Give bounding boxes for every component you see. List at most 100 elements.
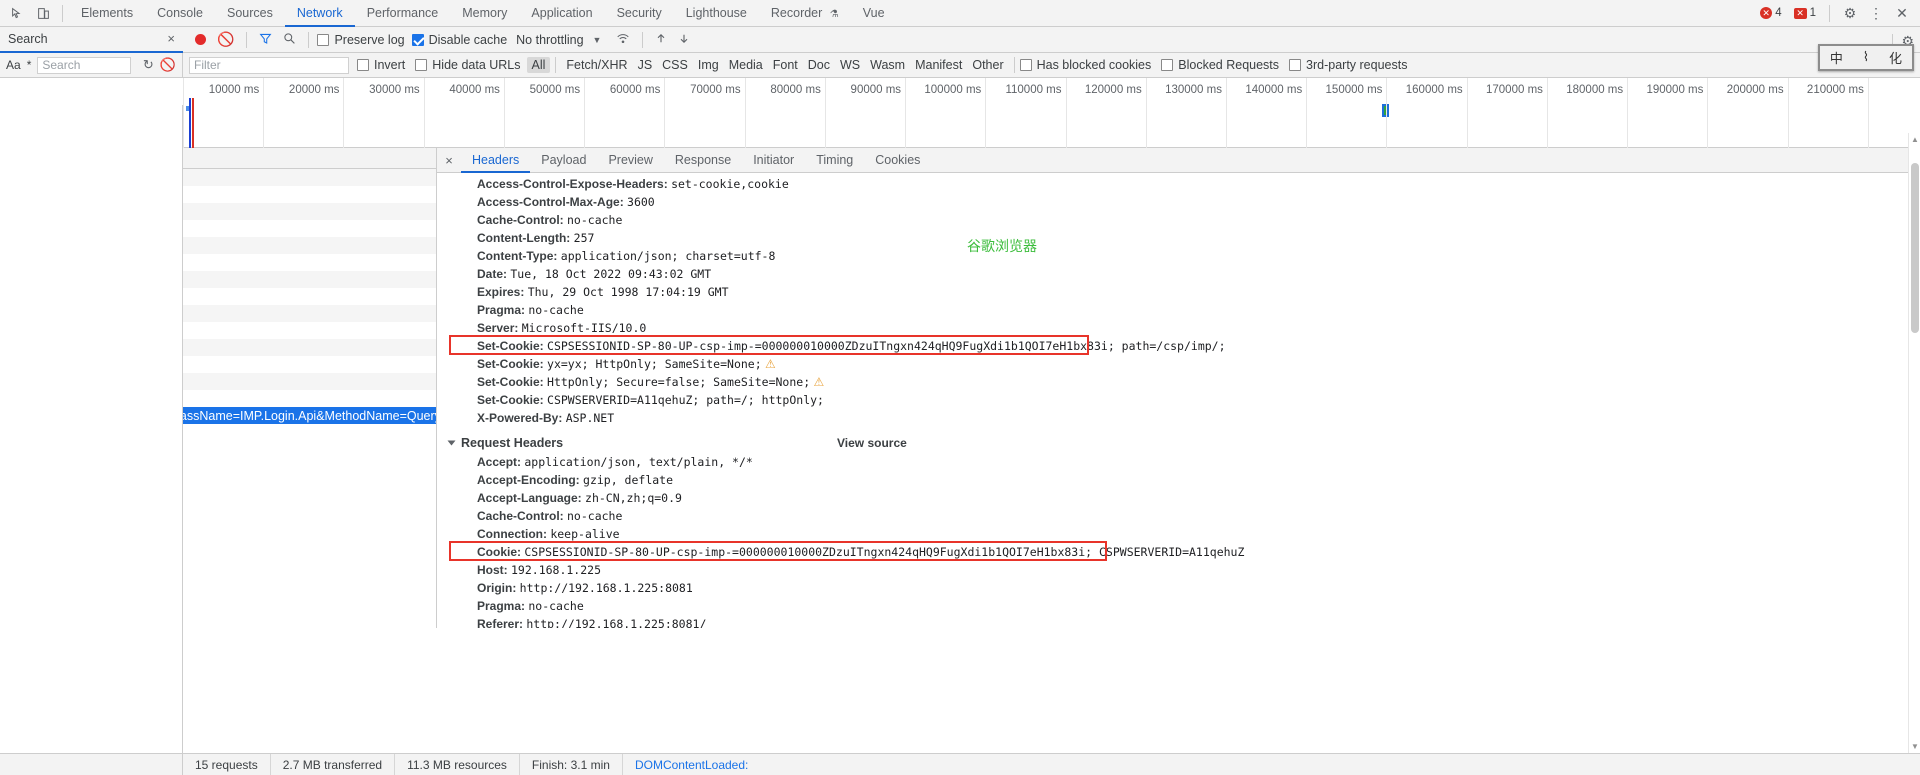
inspect-element-icon[interactable] bbox=[4, 0, 30, 26]
network-overview[interactable]: 10000 ms20000 ms30000 ms40000 ms50000 ms… bbox=[0, 78, 1920, 148]
details-tab-response[interactable]: Response bbox=[664, 148, 742, 173]
gear-icon[interactable]: ⚙ bbox=[1838, 1, 1862, 25]
clear-icon[interactable]: 🚫 bbox=[160, 57, 176, 73]
tab-application[interactable]: Application bbox=[519, 0, 604, 27]
tab-recorder[interactable]: Recorder ⚗ bbox=[759, 0, 851, 27]
blocked-requests-checkbox[interactable]: Blocked Requests bbox=[1161, 58, 1279, 72]
scroll-down-arrow[interactable]: ▼ bbox=[1911, 742, 1919, 751]
tab-sources[interactable]: Sources bbox=[215, 0, 285, 27]
filter-icon[interactable] bbox=[259, 32, 272, 48]
scrollbar-thumb[interactable] bbox=[1911, 163, 1919, 333]
details-tab-initiator[interactable]: Initiator bbox=[742, 148, 805, 173]
view-source-link[interactable]: View source bbox=[837, 434, 907, 452]
close-icon[interactable]: ✕ bbox=[1890, 1, 1914, 25]
search-drawer-close-icon[interactable]: × bbox=[167, 31, 183, 46]
filter-input[interactable]: Filter bbox=[189, 57, 349, 74]
details-tab-payload[interactable]: Payload bbox=[530, 148, 597, 173]
has-blocked-cookies-box[interactable] bbox=[1020, 59, 1032, 71]
filter-type-ws[interactable]: WS bbox=[835, 57, 865, 73]
tab-memory[interactable]: Memory bbox=[450, 0, 519, 27]
has-blocked-cookies-label: Has blocked cookies bbox=[1037, 58, 1152, 72]
tab-security[interactable]: Security bbox=[605, 0, 674, 27]
search-input[interactable]: Search bbox=[37, 57, 131, 74]
preserve-log-box[interactable] bbox=[317, 34, 329, 46]
headers-content[interactable]: Access-Control-Expose-Headers: set-cooki… bbox=[437, 173, 1920, 628]
header-line: Set-Cookie: CSPWSERVERID=A11qehuZ; path=… bbox=[437, 391, 1920, 409]
header-line: Accept-Language: zh-CN,zh;q=0.9 bbox=[437, 489, 1920, 507]
disable-cache-box[interactable] bbox=[412, 34, 424, 46]
match-case-icon[interactable]: Aa bbox=[6, 58, 21, 72]
blocked-requests-box[interactable] bbox=[1161, 59, 1173, 71]
details-close-icon[interactable]: × bbox=[437, 153, 461, 168]
record-button-icon[interactable] bbox=[195, 34, 206, 45]
import-har-icon[interactable] bbox=[655, 32, 667, 48]
header-line: Access-Control-Expose-Headers: set-cooki… bbox=[437, 175, 1920, 193]
overview-timeline[interactable]: 10000 ms20000 ms30000 ms40000 ms50000 ms… bbox=[183, 78, 1920, 148]
tab-lighthouse[interactable]: Lighthouse bbox=[674, 0, 759, 27]
third-party-box[interactable] bbox=[1289, 59, 1301, 71]
tab-performance[interactable]: Performance bbox=[355, 0, 451, 27]
header-line: Pragma: no-cache bbox=[437, 597, 1920, 615]
network-status-bar: 15 requests 2.7 MB transferred 11.3 MB r… bbox=[0, 753, 1920, 775]
tab-console[interactable]: Console bbox=[145, 0, 215, 27]
export-har-icon[interactable] bbox=[678, 32, 690, 48]
details-tab-cookies[interactable]: Cookies bbox=[864, 148, 931, 173]
filter-type-js[interactable]: JS bbox=[633, 57, 658, 73]
header-value: no-cache bbox=[528, 599, 583, 613]
tab-network[interactable]: Network bbox=[285, 0, 355, 27]
error-badge[interactable]: ✕ 4 bbox=[1755, 6, 1786, 20]
throttling-select[interactable]: No throttling bbox=[516, 33, 583, 47]
refresh-icon[interactable]: ↻ bbox=[143, 57, 154, 73]
header-line: Cache-Control: no-cache bbox=[437, 211, 1920, 229]
overview-tick-label: 160000 ms bbox=[1406, 84, 1463, 96]
filter-type-css[interactable]: CSS bbox=[657, 57, 693, 73]
header-value: http://192.168.1.225:8081 bbox=[520, 581, 693, 595]
tab-vue[interactable]: Vue bbox=[851, 0, 897, 27]
filter-type-manifest[interactable]: Manifest bbox=[910, 57, 967, 73]
overview-tick-label: 210000 ms bbox=[1807, 84, 1864, 96]
details-tab-timing[interactable]: Timing bbox=[805, 148, 864, 173]
filter-type-img[interactable]: Img bbox=[693, 57, 724, 73]
details-scrollbar[interactable]: ▲ ▼ bbox=[1908, 133, 1920, 753]
filter-type-font[interactable]: Font bbox=[768, 57, 803, 73]
header-value: no-cache bbox=[567, 213, 622, 227]
header-value: application/json; charset=utf-8 bbox=[561, 249, 776, 263]
chevron-down-icon[interactable]: ▼ bbox=[593, 35, 602, 45]
invert-checkbox[interactable]: Invert bbox=[357, 58, 405, 72]
chevron-down-icon[interactable] bbox=[448, 441, 456, 446]
ime-handwriting-icon[interactable]: ⌇ bbox=[1863, 50, 1869, 65]
disable-cache-checkbox[interactable]: Disable cache bbox=[412, 33, 508, 47]
tab-elements[interactable]: Elements bbox=[69, 0, 145, 27]
filter-type-doc[interactable]: Doc bbox=[803, 57, 835, 73]
ime-tools-icon[interactable]: 化 bbox=[1889, 48, 1902, 67]
filter-type-wasm[interactable]: Wasm bbox=[865, 57, 910, 73]
hide-data-urls-box[interactable] bbox=[415, 59, 427, 71]
filter-type-other[interactable]: Other bbox=[967, 57, 1008, 73]
search-icon[interactable] bbox=[283, 32, 296, 48]
device-toolbar-icon[interactable] bbox=[30, 0, 56, 26]
request-headers-section-title[interactable]: Request HeadersView source bbox=[437, 434, 1920, 452]
network-conditions-icon[interactable] bbox=[616, 32, 630, 48]
header-value: 192.168.1.225 bbox=[511, 563, 601, 577]
clear-requests-icon[interactable]: 🚫 bbox=[217, 31, 234, 48]
details-tab-headers[interactable]: Headers bbox=[461, 148, 530, 173]
filter-type-fetch-xhr[interactable]: Fetch/XHR bbox=[561, 57, 632, 73]
search-drawer-tab[interactable]: Search × bbox=[0, 27, 183, 53]
warning-badge[interactable]: ✕ 1 bbox=[1789, 6, 1821, 20]
hide-data-urls-checkbox[interactable]: Hide data URLs bbox=[415, 58, 520, 72]
filter-type-media[interactable]: Media bbox=[724, 57, 768, 73]
preserve-log-checkbox[interactable]: Preserve log bbox=[317, 33, 404, 47]
filter-type-all[interactable]: All bbox=[527, 57, 551, 73]
status-finish: Finish: 3.1 min bbox=[520, 754, 623, 775]
ime-toolbar[interactable]: 中 ⌇ 化 bbox=[1818, 44, 1914, 71]
third-party-requests-checkbox[interactable]: 3rd-party requests bbox=[1289, 58, 1407, 72]
scroll-up-arrow[interactable]: ▲ bbox=[1911, 135, 1919, 144]
header-line: Cookie: CSPSESSIONID-SP-80-UP-csp-imp-=0… bbox=[437, 543, 1920, 561]
more-options-icon[interactable]: ⋮ bbox=[1864, 1, 1888, 25]
overview-tick: 30000 ms bbox=[343, 78, 423, 148]
regex-icon[interactable]: * bbox=[27, 58, 32, 72]
invert-box[interactable] bbox=[357, 59, 369, 71]
ime-chinese-mode-icon[interactable]: 中 bbox=[1830, 48, 1843, 67]
has-blocked-cookies-checkbox[interactable]: Has blocked cookies bbox=[1020, 58, 1152, 72]
details-tab-preview[interactable]: Preview bbox=[597, 148, 663, 173]
